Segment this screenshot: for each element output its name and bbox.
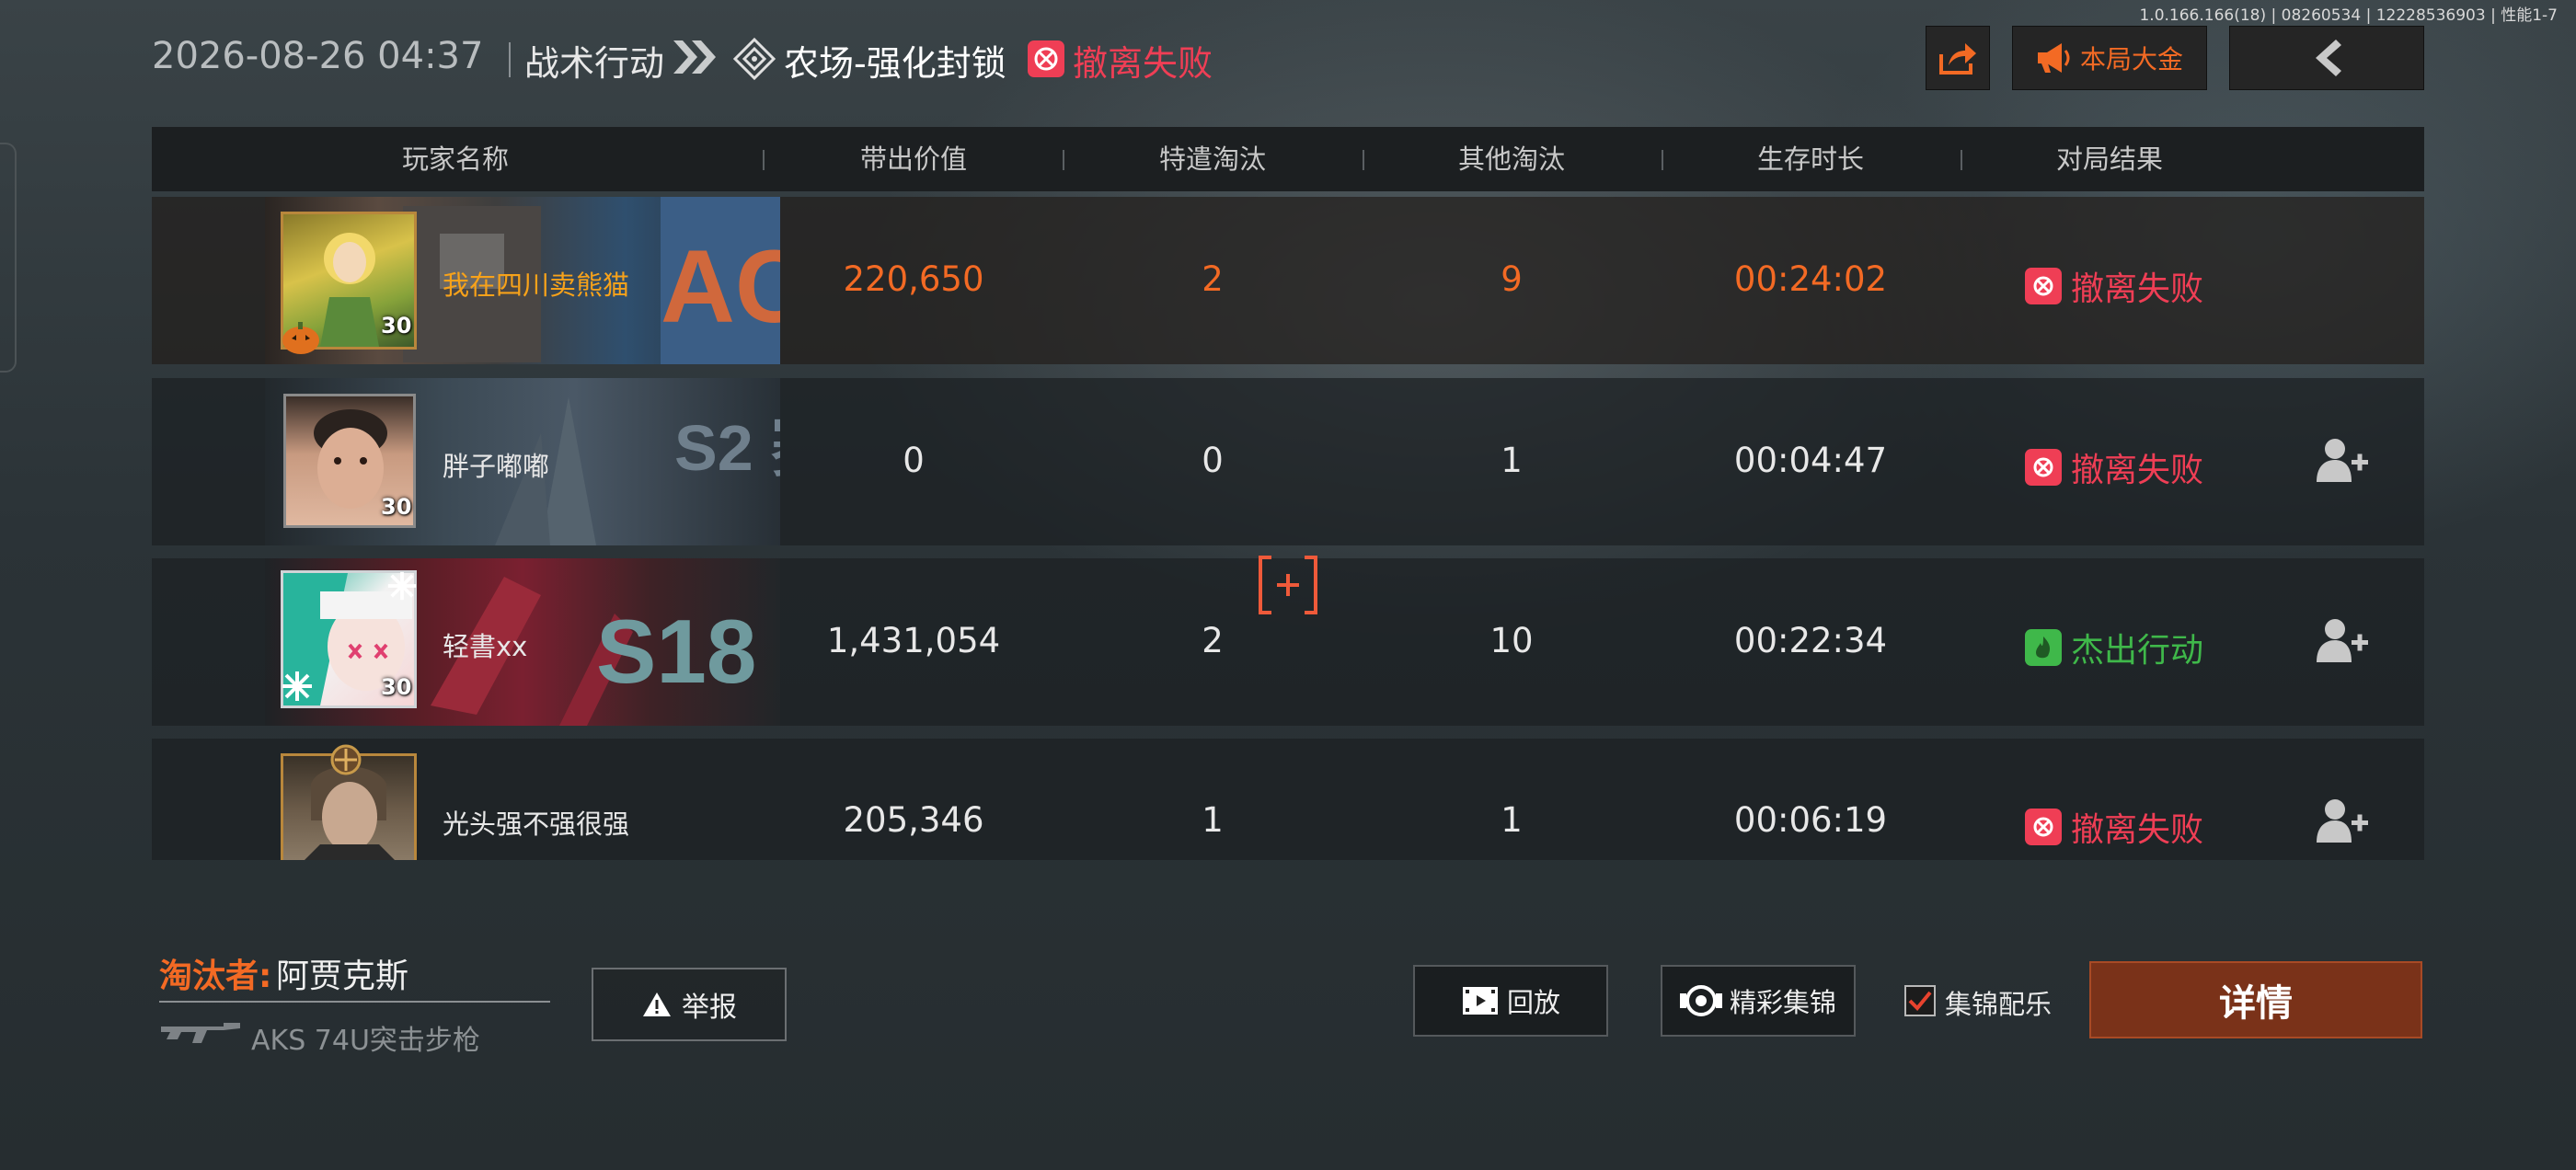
checkmark-icon: [1908, 991, 1932, 1011]
header-divider: [509, 42, 511, 77]
other-kills: 9: [1501, 259, 1523, 299]
survival-time: 00:22:34: [1733, 621, 1888, 660]
system-info: 1.0.166.166(18) | 08260534 | 12228536903…: [2139, 6, 2558, 25]
snowflake-icon: [387, 571, 417, 601]
match-status: 撤离失败: [1073, 43, 1213, 84]
col-player-name: 玩家名称: [401, 143, 509, 175]
extract-value: 205,346: [843, 800, 984, 840]
pumpkin-icon: [282, 322, 319, 354]
special-kills: 2: [1202, 259, 1224, 299]
player-level: 30: [381, 674, 412, 700]
col-result: 对局结果: [2055, 143, 2163, 175]
match-mode: 战术行动: [524, 43, 665, 84]
rank-emblem-icon: [330, 744, 362, 775]
film-play-icon: [1462, 987, 1498, 1015]
other-kills: 10: [1489, 621, 1534, 660]
extraction-fail-icon: [1028, 40, 1064, 77]
banner-text: ACE: [661, 229, 780, 344]
column-divider: [1662, 150, 1663, 170]
match-result: 撤离失败: [2025, 262, 2203, 310]
match-result-label: 撤离失败: [2071, 811, 2204, 849]
back-button[interactable]: [2229, 26, 2424, 90]
column-divider: [1063, 150, 1064, 170]
survival-time: 00:04:47: [1733, 441, 1888, 480]
share-icon: [1939, 43, 1976, 75]
eliminator-label: 淘汰者:: [159, 958, 272, 995]
player-name[interactable]: 光头强不强很强: [443, 803, 629, 842]
player-level: 30: [381, 313, 412, 338]
column-divider: [1961, 150, 1962, 170]
replay-label: 回放: [1506, 987, 1560, 1018]
match-pot-button[interactable]: 本局大金: [2012, 26, 2207, 90]
column-divider: [1363, 150, 1364, 170]
col-survival-time: 生存时长: [1756, 143, 1864, 175]
special-kills: 2: [1202, 621, 1224, 660]
special-kills: 1: [1202, 800, 1224, 840]
extraction-fail-icon: [2025, 809, 2062, 845]
megaphone-icon: [2037, 43, 2070, 73]
add-marker-icon[interactable]: [1259, 556, 1317, 614]
survival-time: 00:06:19: [1733, 800, 1888, 840]
outstanding-action-icon: [2025, 629, 2062, 666]
music-checkbox[interactable]: [1904, 985, 1936, 1016]
highlights-label: 精彩集锦: [1729, 987, 1836, 1018]
match-result: 撤离失败: [2025, 443, 2203, 491]
player-name[interactable]: 我在四川卖熊猫: [443, 264, 629, 303]
other-kills: 1: [1501, 800, 1523, 840]
survival-time: 00:24:02: [1733, 259, 1888, 299]
highlights-button[interactable]: 精彩集锦: [1661, 965, 1856, 1037]
extract-value: 1,431,054: [826, 621, 1001, 660]
rifle-icon: [161, 1023, 240, 1043]
snowflake-icon: [282, 671, 312, 701]
player-level: 30: [381, 494, 412, 520]
add-friend-icon[interactable]: [2315, 797, 2370, 844]
match-result: 撤离失败: [2025, 803, 2203, 851]
share-button[interactable]: [1926, 26, 1990, 90]
map-name: 农场-强化封锁: [784, 43, 1006, 84]
music-checkbox-label[interactable]: 集锦配乐: [1945, 983, 2052, 1022]
highlights-camera-icon: [1679, 985, 1722, 1016]
column-divider: [763, 150, 765, 170]
side-panel-tab[interactable]: [0, 143, 17, 373]
extract-value: 0: [903, 441, 925, 480]
special-kills: 0: [1202, 441, 1224, 480]
player-name[interactable]: 胖子嘟嘟: [443, 445, 549, 484]
match-result: 杰出行动: [2025, 624, 2203, 671]
col-special-kills: 特遣淘汰: [1158, 143, 1266, 175]
add-friend-icon[interactable]: [2315, 436, 2370, 484]
map-diamond-icon: [732, 37, 776, 81]
banner-text: S18: [596, 601, 756, 702]
col-other-kills: 其他淘汰: [1457, 143, 1565, 175]
warning-icon: [643, 992, 671, 1016]
match-result-label: 杰出行动: [2071, 632, 2204, 670]
match-result-label: 撤离失败: [2071, 452, 2204, 489]
double-chevron-icon: [673, 40, 716, 74]
match-pot-label: 本局大金: [2079, 44, 2183, 75]
extraction-fail-icon: [2025, 268, 2062, 304]
other-kills: 1: [1501, 441, 1523, 480]
add-friend-icon[interactable]: [2315, 616, 2370, 664]
report-button[interactable]: 举报: [592, 968, 787, 1041]
eliminator-weapon: AKS 74U突击步枪: [251, 1025, 480, 1057]
replay-button[interactable]: 回放: [1413, 965, 1608, 1037]
details-button[interactable]: 详情: [2089, 961, 2422, 1038]
match-datetime: 2026-08-26 04:37: [152, 35, 484, 77]
match-result-label: 撤离失败: [2071, 270, 2204, 308]
extraction-fail-icon: [2025, 449, 2062, 486]
eliminator-name[interactable]: 阿贾克斯: [276, 949, 408, 997]
extract-value: 220,650: [843, 259, 984, 299]
banner-text: S2 赛季: [674, 412, 780, 484]
col-value: 带出价值: [859, 143, 967, 175]
report-label: 举报: [682, 992, 737, 1024]
eliminator-divider: [159, 1001, 550, 1003]
player-name[interactable]: 轻書xx: [443, 625, 527, 664]
back-arrow-icon: [2316, 40, 2341, 76]
